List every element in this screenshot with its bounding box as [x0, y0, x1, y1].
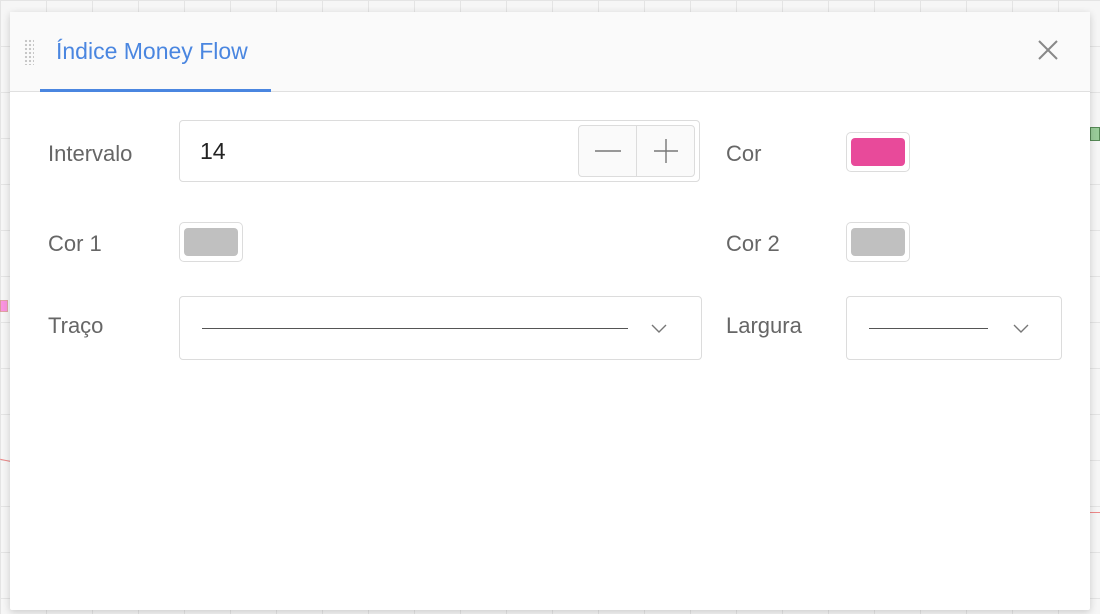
color1-swatch[interactable]	[179, 222, 243, 262]
stroke-label: Traço	[48, 313, 104, 338]
decrement-button[interactable]	[579, 126, 636, 176]
width-select[interactable]	[846, 296, 1062, 360]
color-swatch[interactable]	[846, 132, 910, 172]
color-swatch-fill	[851, 138, 905, 166]
tab-indicator[interactable]: Índice Money Flow	[40, 12, 271, 92]
dialog-title: Índice Money Flow	[56, 38, 248, 64]
width-label: Largura	[726, 313, 802, 338]
interval-value[interactable]: 14	[200, 138, 226, 165]
color1-swatch-fill	[184, 228, 238, 256]
stroke-select[interactable]	[179, 296, 702, 360]
interval-input[interactable]: 14	[179, 120, 700, 182]
minus-icon	[594, 150, 621, 152]
indicator-settings-dialog: Índice Money Flow Intervalo 14 Cor Cor 1…	[10, 12, 1090, 610]
close-icon	[1038, 40, 1058, 60]
increment-button[interactable]	[636, 126, 694, 176]
plus-icon	[653, 139, 678, 163]
color-label: Cor	[726, 141, 762, 166]
color2-swatch[interactable]	[846, 222, 910, 262]
interval-stepper	[578, 125, 695, 177]
close-button[interactable]	[1036, 38, 1060, 62]
dialog-header: Índice Money Flow	[10, 12, 1090, 92]
drag-handle-icon[interactable]	[24, 39, 34, 65]
background-chart-candle	[1090, 127, 1100, 141]
chevron-down-icon	[651, 324, 667, 333]
stroke-preview-line	[202, 328, 628, 329]
background-chart-mark	[0, 300, 8, 312]
width-preview-line	[869, 328, 988, 329]
color2-label: Cor 2	[726, 231, 780, 256]
interval-label: Intervalo	[48, 141, 133, 166]
color1-label: Cor 1	[48, 231, 102, 256]
color2-swatch-fill	[851, 228, 905, 256]
chevron-down-icon	[1013, 324, 1029, 333]
